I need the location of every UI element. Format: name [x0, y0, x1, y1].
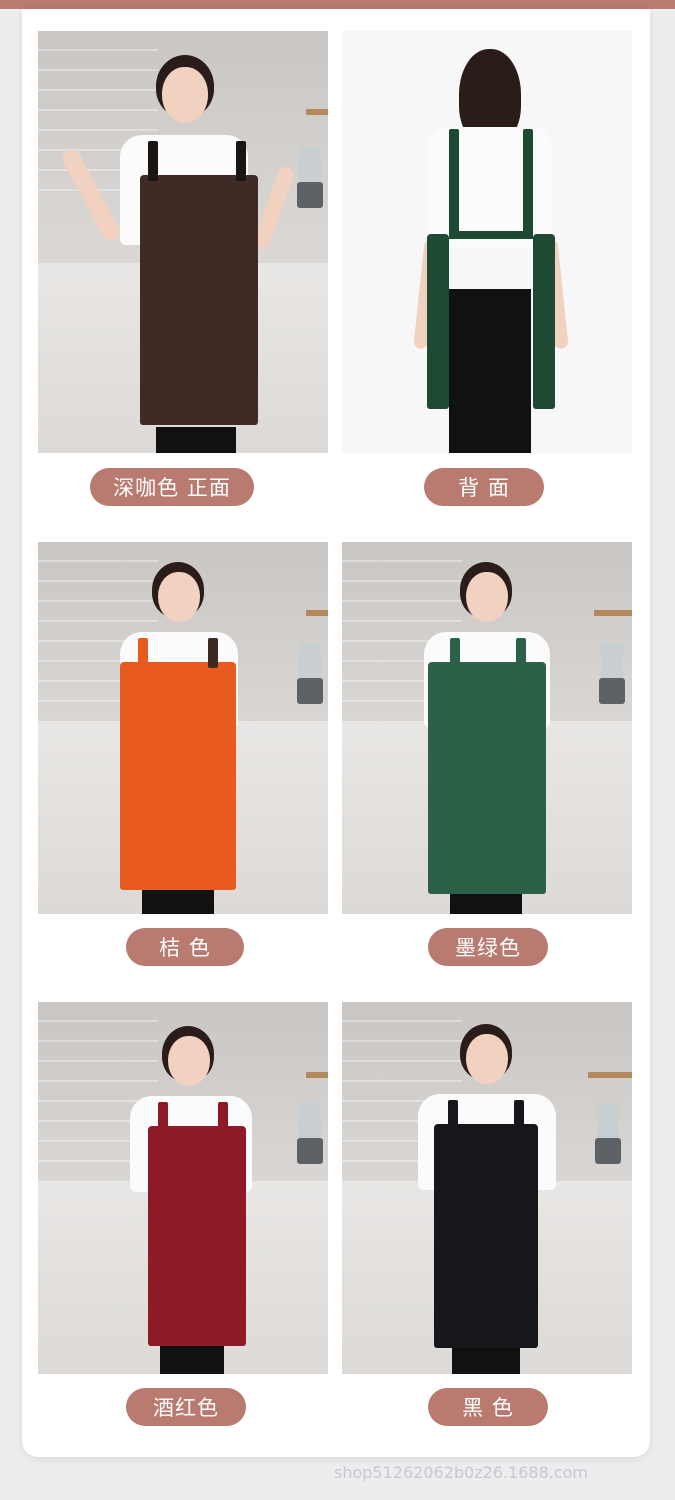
photo-black[interactable]: [342, 1002, 632, 1374]
variant-label-dark-brown: 深咖色 正面: [90, 468, 254, 506]
photo-back-view[interactable]: [342, 31, 632, 453]
model-figure: [120, 562, 250, 914]
blender-icon: [296, 642, 324, 704]
apron-swatch: [427, 234, 449, 409]
product-gallery-card: 深咖色 正面 背 面 桔 色 墨绿色 酒红色 黑 色: [22, 9, 650, 1457]
top-accent-bar: [0, 0, 675, 9]
shelf: [306, 109, 328, 115]
apron-swatch: [140, 175, 258, 425]
model-figure: [59, 55, 297, 453]
blender-icon: [296, 1102, 324, 1164]
shelf: [306, 1072, 328, 1078]
variant-label-back: 背 面: [424, 468, 544, 506]
model-figure: [418, 1024, 558, 1374]
blender-icon: [598, 642, 626, 704]
photo-wine-red[interactable]: [38, 1002, 328, 1374]
model-figure: [424, 562, 554, 914]
shelf: [306, 610, 328, 616]
apron-swatch: [434, 1124, 538, 1348]
photo-dark-green[interactable]: [342, 542, 632, 914]
variant-label-orange: 桔 色: [126, 928, 244, 966]
apron-swatch: [148, 1126, 246, 1346]
shelf: [594, 610, 632, 616]
photo-orange[interactable]: [38, 542, 328, 914]
variant-label-dark-green: 墨绿色: [428, 928, 548, 966]
shelf: [588, 1072, 632, 1078]
model-figure: [413, 49, 569, 453]
photo-dark-brown-front[interactable]: [38, 31, 328, 453]
apron-swatch: [120, 662, 236, 890]
model-figure: [130, 1026, 254, 1374]
blender-icon: [296, 146, 324, 208]
blender-icon: [594, 1102, 622, 1164]
shop-watermark: shop51262062b0z26.1688.com: [334, 1463, 589, 1482]
variant-label-wine-red: 酒红色: [126, 1388, 246, 1426]
variant-label-black: 黑 色: [428, 1388, 548, 1426]
apron-swatch: [428, 662, 546, 894]
